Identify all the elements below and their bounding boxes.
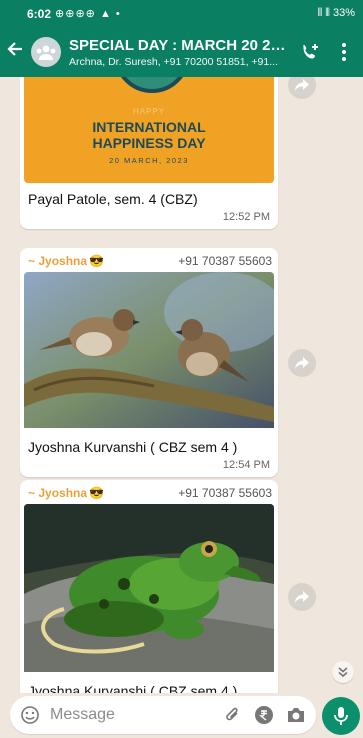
notification-icons: ⊕⊕⊕⊕ ▲ • [55,8,121,20]
image-date: 20 MARCH, 2023 [109,156,189,165]
sender-phone: +91 70387 55603 [178,486,272,500]
chat-title: SPECIAL DAY : MARCH 20 20... [69,36,289,54]
frog-photo[interactable] [24,504,274,677]
attach-icon[interactable] [224,706,242,724]
message-time: 12:52 PM [222,211,270,223]
chat-header: SPECIAL DAY : MARCH 20 20... Archna, Dr.… [0,27,363,77]
microphone-icon [334,707,348,725]
voice-record-button[interactable] [322,697,360,735]
forward-icon[interactable] [288,349,316,377]
message-input[interactable]: Message [50,706,212,724]
add-call-icon[interactable] [299,42,321,62]
scroll-to-bottom-button[interactable] [332,661,354,683]
chat-area: HAPPY INTERNATIONAL HAPPINESS DAY 20 MAR… [0,77,363,693]
happiness-day-image[interactable]: HAPPY INTERNATIONAL HAPPINESS DAY 20 MAR… [24,77,274,183]
sunglasses-emoji-icon: 😎 [89,486,104,500]
group-avatar[interactable] [31,37,61,67]
signal-battery: ⫴ ⫴ 33% [317,7,355,19]
rupee-payment-icon[interactable] [254,705,274,725]
chat-participants: Archna, Dr. Suresh, +91 70200 51851, +91… [69,55,278,68]
back-arrow-icon[interactable] [6,40,28,64]
message-bubble[interactable]: ~ Jyoshna 😎 +91 70387 55603 Jyoshna Kurv… [20,480,278,693]
message-caption: Jyoshna Kurvanshi ( CBZ sem 4 ) [28,439,238,455]
sunglasses-emoji-icon: 😎 [89,254,104,268]
message-input-bar[interactable]: Message [10,696,316,734]
message-bubble[interactable]: ~ Jyoshna 😎 +91 70387 55603 Jyoshna Kurv… [20,248,278,477]
image-title-line2: HAPPINESS DAY [92,135,206,151]
double-chevron-down-icon [338,667,348,678]
sender-name[interactable]: ~ Jyoshna 😎 [28,486,104,500]
emoji-icon[interactable] [20,705,40,725]
message-bubble[interactable]: HAPPY INTERNATIONAL HAPPINESS DAY 20 MAR… [20,77,278,229]
chat-title-area[interactable]: SPECIAL DAY : MARCH 20 20... Archna, Dr.… [69,37,289,68]
sender-name[interactable]: ~ Jyoshna 😎 [28,254,104,268]
message-time: 12:54 PM [222,459,270,471]
forward-icon[interactable] [288,77,316,99]
sparrows-photo[interactable] [24,272,274,433]
message-caption: Payal Patole, sem. 4 (CBZ) [28,191,198,207]
group-icon [36,45,56,60]
message-caption: Jyoshna Kurvanshi ( CBZ sem 4 ) [28,683,238,693]
status-time: 6:02 [27,6,52,21]
globe-illustration [114,77,190,93]
image-title-line1: INTERNATIONAL [92,119,206,135]
forward-icon[interactable] [288,583,316,611]
status-bar: 6:02 ⊕⊕⊕⊕ ▲ • ⫴ ⫴ 33% [0,0,363,27]
sender-phone: +91 70387 55603 [178,254,272,268]
image-small-text: HAPPY [132,107,166,116]
more-options-icon[interactable] [333,43,355,61]
camera-icon[interactable] [286,706,306,724]
